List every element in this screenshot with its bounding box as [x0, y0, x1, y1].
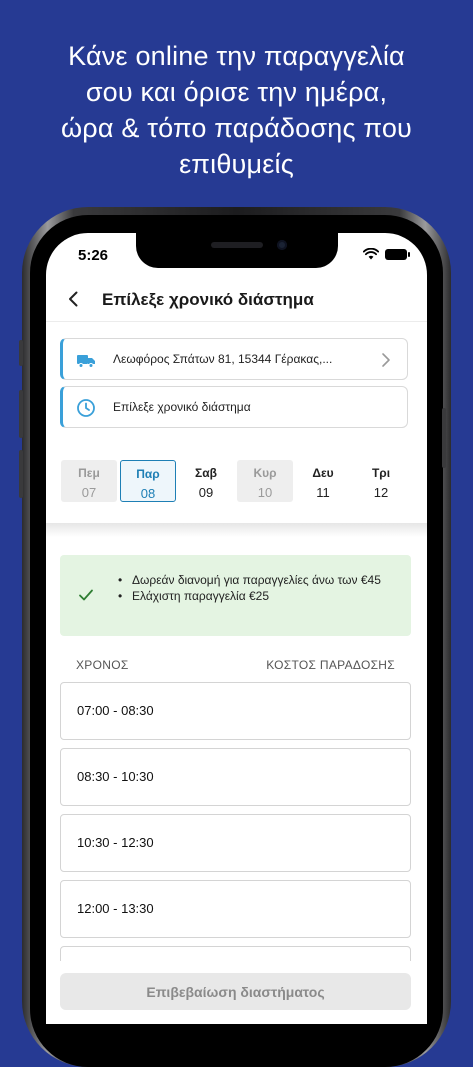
- column-header-cost: ΚΟΣΤΟΣ ΠΑΡΑΔΟΣΗΣ: [266, 658, 395, 672]
- day-option[interactable]: Σαβ 09: [178, 460, 234, 502]
- headline-line-2: σου και όρισε την ημέρα,: [85, 77, 388, 107]
- day-selector: Πεμ 07 Παρ 08 Σαβ 09 Κυρ 10 Δευ 11 Τρι 1…: [60, 460, 416, 504]
- day-date: 08: [140, 486, 156, 501]
- headline-line-4: επιθυμείς: [179, 149, 294, 179]
- promo-headline: Κάνε online την παραγγελία σου και όρισε…: [0, 38, 473, 182]
- check-icon: [79, 589, 93, 601]
- day-name: Σαβ: [195, 466, 217, 480]
- day-option-selected[interactable]: Παρ 08: [120, 460, 176, 502]
- phone-side-button: [442, 408, 446, 468]
- day-option[interactable]: Δευ 11: [295, 460, 351, 502]
- nav-bar: Επίλεξε χρονικό διάστημα: [46, 277, 427, 321]
- app-screen: 5:26 Επίλεξε χρονικό διάστημα Λεωφόρος Σ…: [46, 233, 427, 1024]
- bottom-action-bar: Επιβεβαίωση διαστήματος: [46, 961, 427, 1024]
- delivery-info-box: Δωρεάν διανομή για παραγγελίες άνω των €…: [60, 555, 411, 636]
- status-time: 5:26: [78, 247, 109, 264]
- wifi-icon: [363, 248, 379, 260]
- day-date: 09: [198, 485, 214, 500]
- time-slot-label: 08:30 - 10:30: [77, 769, 154, 784]
- time-window-text: Επίλεξε χρονικό διάστημα: [113, 400, 251, 414]
- time-slot-label: 10:30 - 12:30: [77, 835, 154, 850]
- headline-line-1: Κάνε online την παραγγελία: [68, 41, 405, 71]
- day-option[interactable]: Τρι 12: [353, 460, 409, 502]
- status-icons: [363, 248, 410, 260]
- time-slot[interactable]: 10:30 - 12:30: [60, 814, 411, 872]
- day-date: 10: [257, 485, 273, 500]
- time-slot[interactable]: 12:00 - 13:30: [60, 880, 411, 938]
- page-title: Επίλεξε χρονικό διάστημα: [102, 290, 314, 309]
- nav-divider: [46, 321, 427, 322]
- delivery-address-text: Λεωφόρος Σπάτων 81, 15344 Γέρακας,...: [113, 352, 333, 366]
- phone-notch: [136, 233, 338, 268]
- headline-line-3: ώρα & τόπο παράδοσης που: [60, 113, 412, 143]
- phone-volume-up: [19, 390, 23, 438]
- time-slot[interactable]: 07:00 - 08:30: [60, 682, 411, 740]
- battery-icon: [385, 248, 410, 260]
- clock-icon: [77, 399, 95, 417]
- day-date: 07: [81, 485, 97, 500]
- phone-silent-switch: [19, 340, 23, 366]
- day-name: Κυρ: [253, 466, 277, 480]
- section-divider: [46, 523, 427, 537]
- speaker-grille: [211, 242, 263, 248]
- day-option[interactable]: Πεμ 07: [61, 460, 117, 502]
- column-header-time: ΧΡΟΝΟΣ: [76, 658, 129, 672]
- front-camera-icon: [277, 240, 287, 250]
- day-name: Δευ: [312, 466, 334, 480]
- chevron-right-icon: [382, 353, 390, 367]
- day-date: 11: [316, 485, 330, 500]
- delivery-info-list: Δωρεάν διανομή για παραγγελίες άνω των €…: [118, 572, 400, 604]
- time-slot-label: 07:00 - 08:30: [77, 703, 154, 718]
- truck-icon: [77, 355, 95, 368]
- day-option[interactable]: Κυρ 10: [237, 460, 293, 502]
- time-slot[interactable]: 08:30 - 10:30: [60, 748, 411, 806]
- confirm-time-window-button[interactable]: Επιβεβαίωση διαστήματος: [60, 973, 411, 1010]
- day-name: Παρ: [136, 467, 160, 481]
- time-window-card[interactable]: Επίλεξε χρονικό διάστημα: [60, 386, 408, 428]
- day-name: Πεμ: [78, 466, 100, 480]
- day-name: Τρι: [371, 466, 391, 480]
- day-date: 12: [373, 485, 389, 500]
- info-item-min-order: Ελάχιστη παραγγελία €25: [118, 588, 400, 604]
- info-item-free-delivery: Δωρεάν διανομή για παραγγελίες άνω των €…: [118, 572, 400, 588]
- time-slot-label: 12:00 - 13:30: [77, 901, 154, 916]
- back-arrow-icon[interactable]: [64, 289, 84, 309]
- phone-volume-down: [19, 450, 23, 498]
- delivery-address-card[interactable]: Λεωφόρος Σπάτων 81, 15344 Γέρακας,...: [60, 338, 408, 380]
